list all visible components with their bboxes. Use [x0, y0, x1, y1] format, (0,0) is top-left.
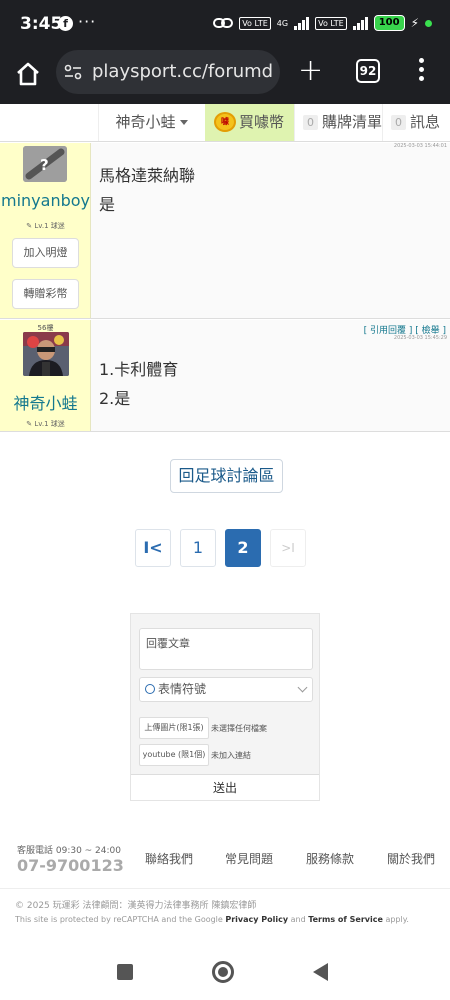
message-count-badge: 0: [391, 115, 406, 130]
footer-link-faq[interactable]: 常見問題: [225, 850, 273, 867]
url-text: playsport.cc/forumde: [92, 61, 272, 82]
home-nav-icon[interactable]: [212, 961, 234, 983]
messages-link[interactable]: 0 訊息: [382, 104, 450, 141]
hotspot-link-icon: [213, 18, 234, 28]
add-follow-button[interactable]: 加入明燈: [12, 238, 79, 268]
post-username[interactable]: minyanboy: [0, 191, 91, 210]
facebook-icon: f: [58, 16, 73, 31]
captcha-and: and: [288, 915, 309, 924]
browser-toolbar: playsport.cc/forumde + 92: [0, 48, 450, 104]
network-type: 4G: [276, 18, 289, 28]
back-to-forum-button[interactable]: 回足球討論區: [170, 459, 283, 493]
battery-icon: 100: [373, 15, 405, 31]
home-icon[interactable]: [14, 60, 42, 88]
captcha-text: This site is protected by reCAPTCHA and …: [15, 915, 226, 924]
messages-label: 訊息: [410, 113, 441, 131]
forum-post: ? minyanboy ✎ Lv.1 球迷 加入明燈 轉贈彩幣 2025-03-…: [0, 143, 450, 319]
tab-switcher-button[interactable]: 92: [356, 59, 380, 83]
status-time: 3:45: [20, 14, 63, 34]
emoji-selector[interactable]: 表情符號: [139, 677, 313, 702]
copyright: © 2025 玩運彩 法律顧問：漢英得力法律事務所 陳鎮宏律師: [15, 901, 257, 911]
footer-link-about[interactable]: 關於我們: [387, 850, 435, 867]
post-username[interactable]: 神奇小蛙: [0, 390, 91, 414]
svg-text:?: ?: [40, 156, 49, 174]
chevron-down-icon: [297, 682, 308, 693]
active-dot-icon: [425, 19, 432, 27]
cart-link[interactable]: 0 購牌清單: [294, 104, 382, 141]
footer-divider: [0, 888, 450, 889]
footer-link-contact[interactable]: 聯絡我們: [145, 850, 193, 867]
caret-down-icon: [179, 120, 188, 125]
post-line: 是: [99, 195, 116, 214]
hotline-number[interactable]: 07-9700123: [17, 856, 124, 875]
post-author-panel: ? minyanboy ✎ Lv.1 球迷 加入明燈 轉贈彩幣: [0, 143, 91, 318]
post-line: 馬格達萊納聯: [99, 166, 196, 185]
privacy-policy-link[interactable]: Privacy Policy: [225, 915, 288, 924]
post-author-panel: 56樓 神奇小蛙 ✎ Lv.1 球迷: [0, 320, 91, 431]
captcha-apply: apply.: [382, 915, 409, 924]
status-bar: 3:45 f ··· Vo LTE 4G Vo LTE 100 ⚡: [0, 0, 450, 48]
post-timestamp: 2025-03-03 15:44:01: [393, 143, 447, 149]
new-tab-button[interactable]: +: [298, 56, 323, 86]
recaptcha-notice: This site is protected by reCAPTCHA and …: [15, 915, 409, 924]
page-button-2[interactable]: 2: [225, 529, 261, 567]
footer-link-terms[interactable]: 服務條款: [306, 850, 354, 867]
site-top-bar: 神奇小蛙 噱 買噱幣 0 購牌清單 0 訊息: [0, 104, 450, 142]
cart-count-badge: 0: [303, 115, 318, 130]
terms-of-service-link[interactable]: Terms of Service: [308, 915, 383, 924]
coin-icon: 噱: [214, 112, 236, 132]
post-content: 2025-03-03 15:44:01 馬格達萊納聯 是: [91, 143, 450, 318]
emoji-label: 表情符號: [158, 682, 207, 696]
post-line: 1.卡利體育: [99, 360, 179, 379]
more-notifications-icon: ···: [78, 12, 97, 31]
status-indicators: Vo LTE 4G Vo LTE 100 ⚡: [213, 15, 432, 31]
cart-label: 購牌清單: [322, 113, 383, 131]
post-timestamp: 2025-03-03 15:45:29: [393, 335, 447, 341]
user-avatar[interactable]: [23, 332, 69, 376]
upload-image-button[interactable]: 上傳圖片(限1張): [139, 717, 209, 739]
browser-menu-icon[interactable]: [418, 58, 424, 86]
first-page-button[interactable]: I<: [135, 529, 171, 567]
user-level: ✎ Lv.1 球迷: [26, 222, 65, 230]
site-settings-icon[interactable]: [64, 64, 82, 80]
send-button[interactable]: 送出: [131, 774, 319, 800]
reply-textarea[interactable]: 回覆文章: [139, 628, 313, 670]
charging-icon: ⚡: [410, 16, 419, 30]
reply-form: 回覆文章 表情符號 上傳圖片(限1張) 未選擇任何檔案 youtube (限1個…: [130, 613, 320, 801]
page-button-1[interactable]: 1: [180, 529, 216, 567]
youtube-link-button[interactable]: youtube (限1個): [139, 744, 209, 766]
back-nav-icon[interactable]: [313, 963, 328, 981]
transfer-coin-button[interactable]: 轉贈彩幣: [12, 279, 79, 309]
signal-icon: [294, 16, 310, 30]
address-bar[interactable]: playsport.cc/forumde: [56, 50, 280, 94]
buy-coin-button[interactable]: 噱 買噱幣: [205, 104, 294, 141]
post-line: 2.是: [99, 389, 131, 408]
avatar-photo-image: [23, 332, 69, 376]
buy-coin-label: 買噱幣: [239, 113, 285, 131]
youtube-status: 未加入連結: [211, 751, 251, 760]
user-menu-dropdown[interactable]: 神奇小蛙: [98, 104, 204, 141]
recent-apps-icon[interactable]: [117, 964, 133, 980]
default-avatar[interactable]: ?: [23, 146, 67, 182]
hotline-label: 客服電話 09:30 ~ 24:00: [17, 846, 121, 856]
forum-post: 56樓 神奇小蛙 ✎ Lv.1 球迷 [ 引用回覆 ] [ 檢舉 ] 2025-…: [0, 320, 450, 432]
signal-icon-2: [352, 16, 368, 30]
upload-status: 未選擇任何檔案: [211, 724, 267, 733]
user-menu-label: 神奇小蛙: [115, 113, 176, 131]
volte-badge: Vo LTE: [239, 16, 271, 30]
last-page-button: >I: [270, 529, 306, 567]
post-content: [ 引用回覆 ] [ 檢舉 ] 2025-03-03 15:45:29 1.卡利…: [91, 320, 450, 431]
volte-badge-2: Vo LTE: [315, 16, 347, 30]
user-level: ✎ Lv.1 球迷: [26, 420, 65, 428]
smiley-icon: [145, 684, 155, 694]
placeholder-avatar-icon: ?: [23, 146, 67, 182]
